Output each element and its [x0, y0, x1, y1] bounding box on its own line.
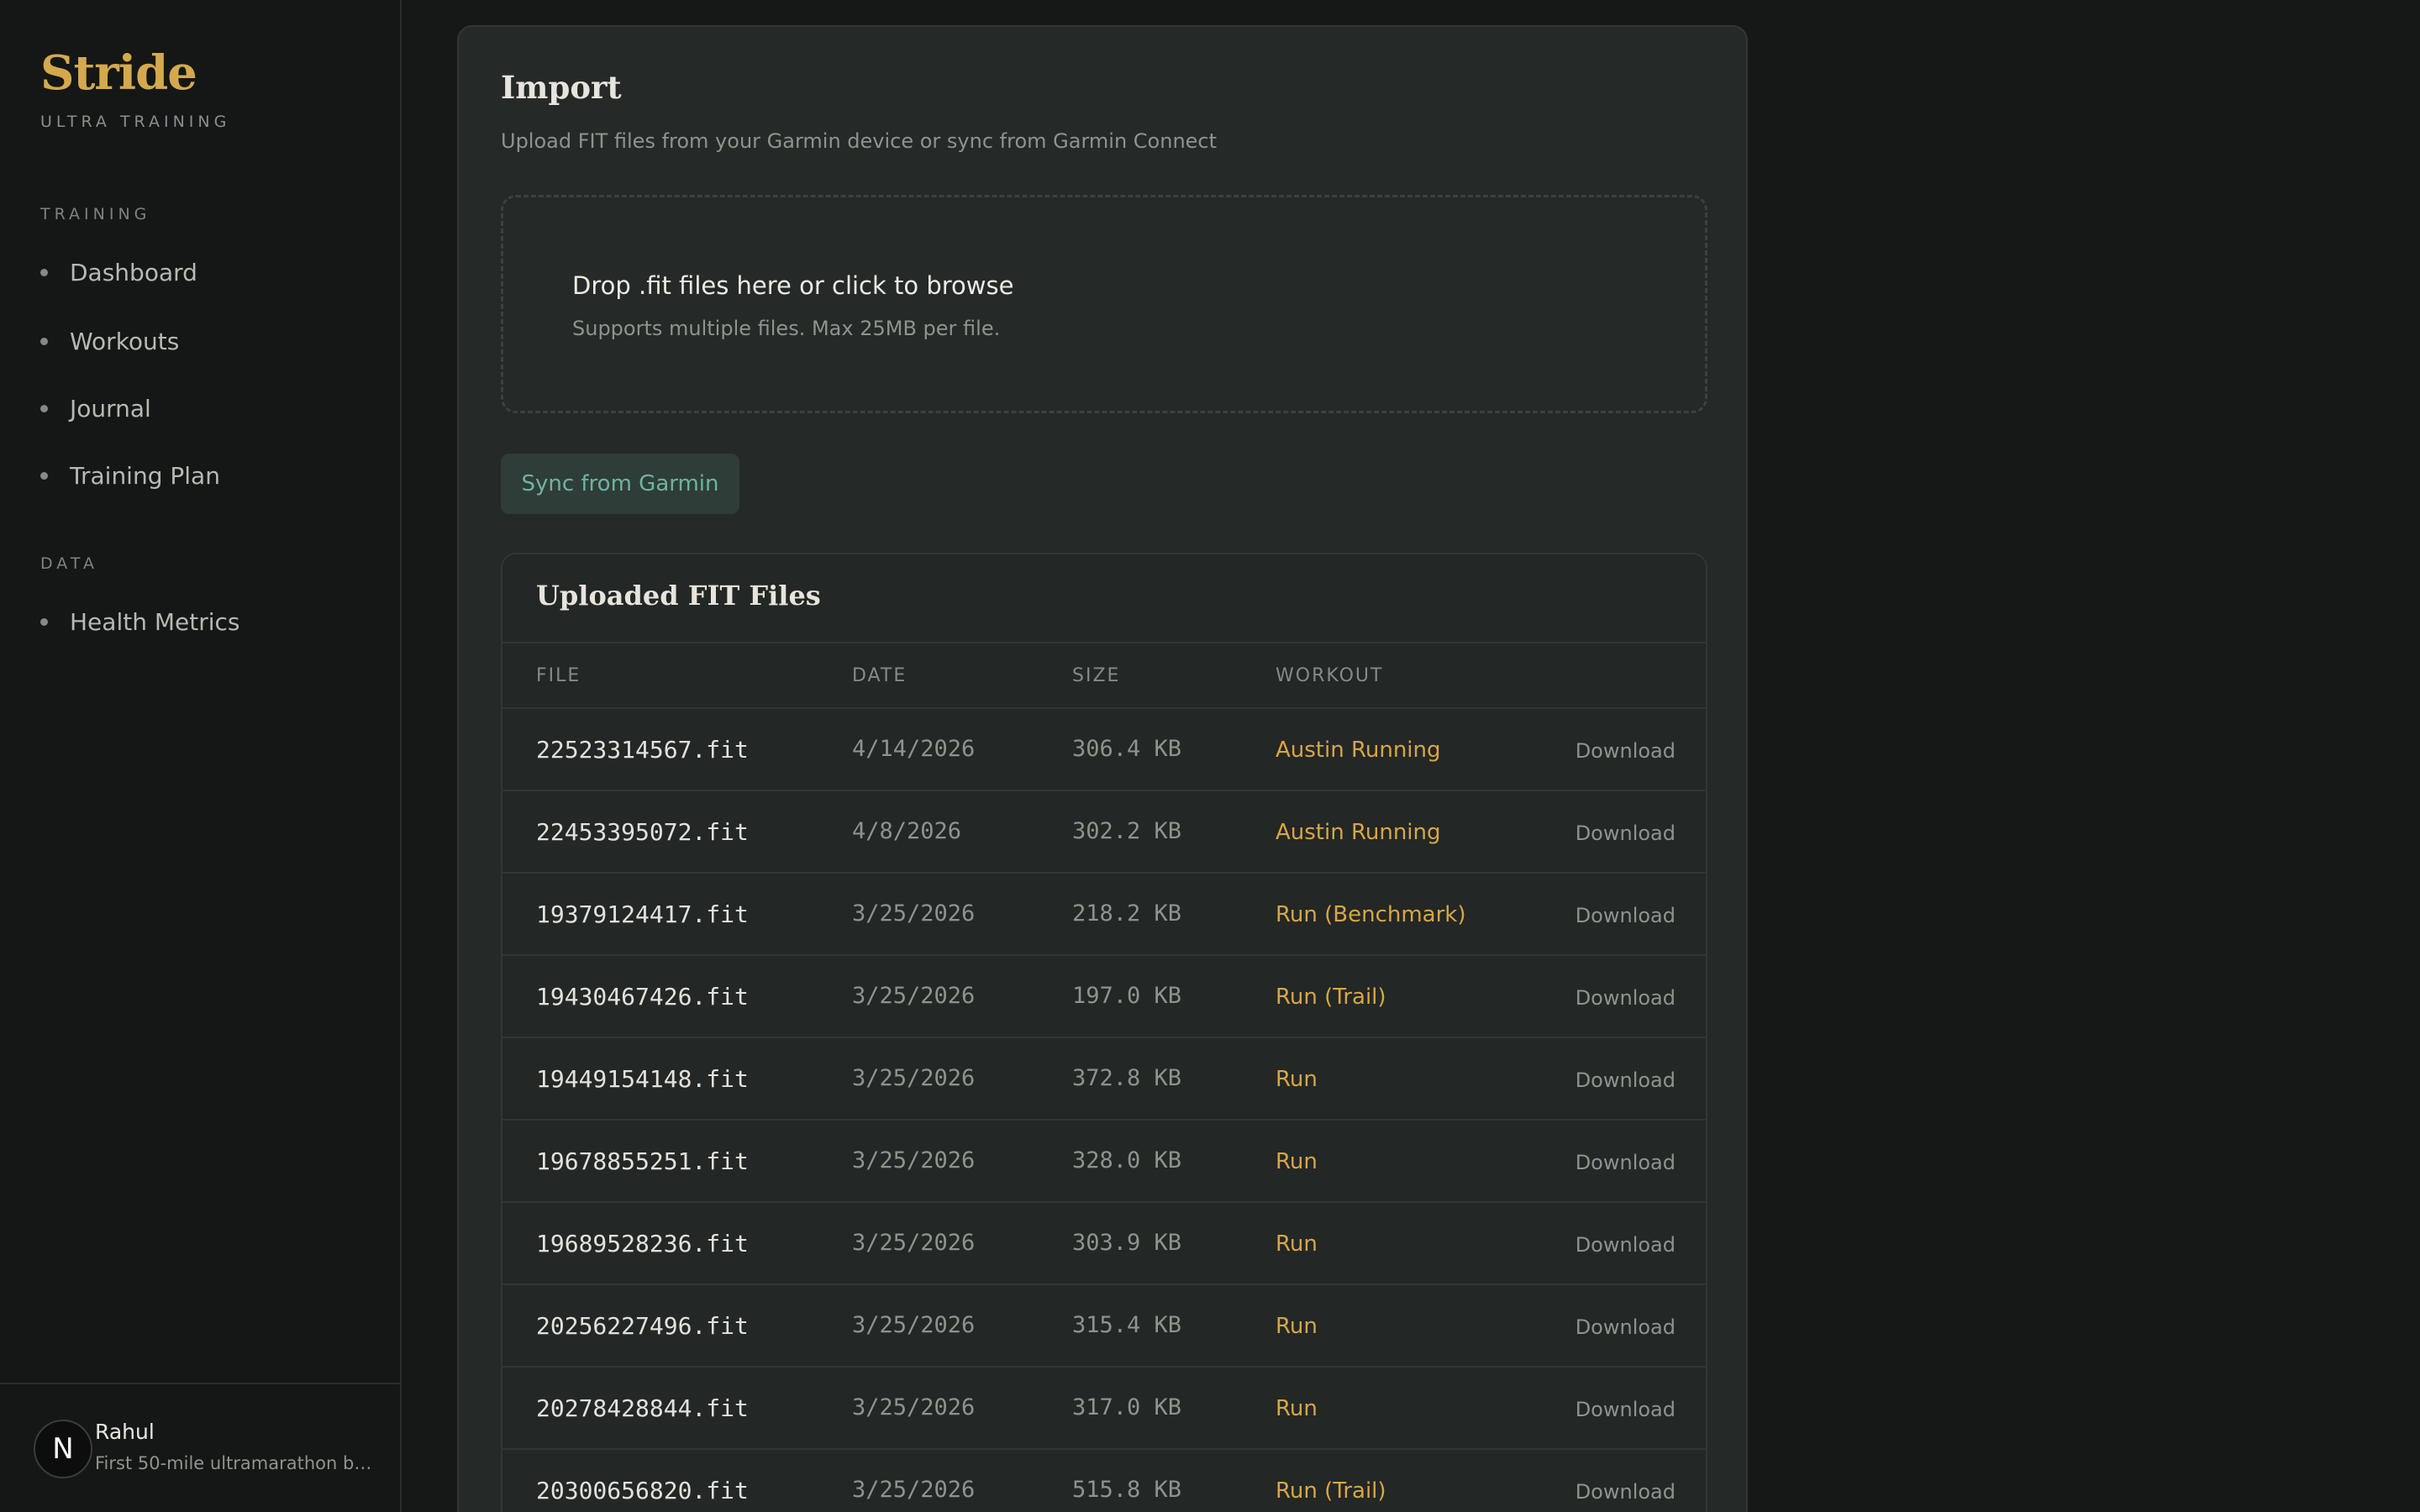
table-row: 19379124417.fit 3/25/2026 218.2 KB Run (… — [502, 874, 1706, 956]
file-name: 19449154148.fit — [536, 1065, 749, 1093]
file-name: 20278428844.fit — [536, 1394, 749, 1422]
file-date: 3/25/2026 — [852, 1065, 976, 1091]
file-date: 3/25/2026 — [852, 1477, 976, 1503]
file-size: 317.0 KB — [1072, 1394, 1182, 1420]
column-header-workout: WORKOUT — [1276, 665, 1384, 686]
sidebar-item-label: Health Metrics — [70, 607, 240, 636]
file-size: 303.9 KB — [1072, 1230, 1182, 1256]
dropzone-hint: Supports multiple files. Max 25MB per fi… — [572, 317, 1001, 340]
file-name: 19379124417.fit — [536, 900, 749, 928]
download-link[interactable]: Download — [1576, 1315, 1676, 1339]
app: Stride ULTRA TRAINING TRAINING Dashboard… — [0, 0, 2420, 1512]
sidebar-item-label: Workouts — [70, 327, 180, 355]
column-header-file: FILE — [536, 665, 581, 686]
sidebar-item-label: Training Plan — [70, 461, 220, 490]
workout-link[interactable]: Run — [1276, 1231, 1318, 1257]
uploaded-files-card: Uploaded FIT Files FILE DATE SIZE WORKOU… — [501, 553, 1707, 1512]
file-name: 22523314567.fit — [536, 736, 749, 764]
bullet-icon — [40, 337, 48, 345]
file-name: 19430467426.fit — [536, 983, 749, 1011]
nav-section-training: TRAINING — [40, 205, 151, 223]
workout-link[interactable]: Run — [1276, 1149, 1318, 1174]
import-panel: Import Upload FIT files from your Garmin… — [457, 25, 1748, 1512]
table-row: 20300656820.fit 3/25/2026 515.8 KB Run (… — [502, 1450, 1706, 1512]
file-date: 3/25/2026 — [852, 983, 976, 1009]
user-goal: First 50-mile ultramarathon by ... — [95, 1453, 372, 1473]
column-header-size: SIZE — [1072, 665, 1121, 686]
file-date: 3/25/2026 — [852, 1312, 976, 1338]
sidebar-item-label: Dashboard — [70, 258, 197, 286]
sidebar-item-workouts[interactable]: Workouts — [40, 320, 179, 362]
download-link[interactable]: Download — [1576, 1480, 1676, 1504]
file-name: 19689528236.fit — [536, 1230, 749, 1257]
file-name: 22453395072.fit — [536, 818, 749, 846]
file-size: 302.2 KB — [1072, 818, 1182, 844]
file-date: 3/25/2026 — [852, 900, 976, 927]
file-name: 20256227496.fit — [536, 1312, 749, 1340]
workout-link[interactable]: Run (Trail) — [1276, 1478, 1386, 1504]
sidebar-item-label: Journal — [70, 394, 151, 423]
table-header: FILE DATE SIZE WORKOUT — [502, 642, 1706, 709]
file-size: 515.8 KB — [1072, 1477, 1182, 1503]
workout-link[interactable]: Run (Trail) — [1276, 984, 1386, 1010]
bullet-icon — [40, 471, 48, 480]
file-name: 19678855251.fit — [536, 1147, 749, 1175]
bullet-icon — [40, 268, 48, 276]
user-name: Rahul — [95, 1420, 155, 1444]
table-row: 19678855251.fit 3/25/2026 328.0 KB Run D… — [502, 1121, 1706, 1203]
sidebar-item-journal[interactable]: Journal — [40, 387, 151, 429]
sidebar: Stride ULTRA TRAINING TRAINING Dashboard… — [0, 0, 402, 1512]
download-link[interactable]: Download — [1576, 1233, 1676, 1257]
page-title: Import — [501, 69, 622, 106]
sidebar-item-health-metrics[interactable]: Health Metrics — [40, 601, 239, 643]
download-link[interactable]: Download — [1576, 1398, 1676, 1421]
table-row: 20256227496.fit 3/25/2026 315.4 KB Run D… — [502, 1285, 1706, 1368]
file-size: 372.8 KB — [1072, 1065, 1182, 1091]
column-header-date: DATE — [852, 665, 908, 686]
file-size: 315.4 KB — [1072, 1312, 1182, 1338]
table-row: 20278428844.fit 3/25/2026 317.0 KB Run D… — [502, 1368, 1706, 1450]
file-date: 3/25/2026 — [852, 1394, 976, 1420]
bullet-icon — [40, 617, 48, 626]
file-size: 306.4 KB — [1072, 736, 1182, 762]
workout-link[interactable]: Run — [1276, 1067, 1318, 1092]
file-size: 218.2 KB — [1072, 900, 1182, 927]
table-row: 22453395072.fit 4/8/2026 302.2 KB Austin… — [502, 791, 1706, 874]
files-table-title: Uploaded FIT Files — [536, 580, 821, 612]
file-date: 3/25/2026 — [852, 1230, 976, 1256]
brand-subtitle: ULTRA TRAINING — [40, 113, 231, 131]
nav-section-data: DATA — [40, 554, 98, 573]
bullet-icon — [40, 404, 48, 412]
table-row: 19449154148.fit 3/25/2026 372.8 KB Run D… — [502, 1038, 1706, 1121]
workout-link[interactable]: Run — [1276, 1396, 1318, 1421]
workout-link[interactable]: Run (Benchmark) — [1276, 902, 1466, 927]
user-profile[interactable]: N Rahul First 50-mile ultramarathon by .… — [0, 1383, 402, 1512]
workout-link[interactable]: Run — [1276, 1314, 1318, 1339]
workout-link[interactable]: Austin Running — [1276, 820, 1441, 845]
sidebar-item-dashboard[interactable]: Dashboard — [40, 251, 197, 293]
download-link[interactable]: Download — [1576, 739, 1676, 763]
brand-logo[interactable]: Stride — [40, 45, 197, 101]
sync-garmin-button[interactable]: Sync from Garmin — [501, 454, 739, 514]
table-row: 19430467426.fit 3/25/2026 197.0 KB Run (… — [502, 956, 1706, 1038]
download-link[interactable]: Download — [1576, 986, 1676, 1010]
file-date: 3/25/2026 — [852, 1147, 976, 1173]
table-row: 22523314567.fit 4/14/2026 306.4 KB Austi… — [502, 709, 1706, 791]
file-dropzone[interactable]: Drop .fit files here or click to browse … — [501, 195, 1707, 413]
download-link[interactable]: Download — [1576, 1151, 1676, 1174]
file-date: 4/14/2026 — [852, 736, 976, 762]
download-link[interactable]: Download — [1576, 822, 1676, 845]
dropzone-title: Drop .fit files here or click to browse — [572, 271, 1014, 300]
download-link[interactable]: Download — [1576, 1068, 1676, 1092]
sidebar-item-training-plan[interactable]: Training Plan — [40, 454, 220, 496]
file-name: 20300656820.fit — [536, 1477, 749, 1504]
page-subtitle: Upload FIT files from your Garmin device… — [501, 129, 1218, 153]
table-row: 19689528236.fit 3/25/2026 303.9 KB Run D… — [502, 1203, 1706, 1285]
file-size: 197.0 KB — [1072, 983, 1182, 1009]
avatar[interactable]: N — [34, 1420, 92, 1478]
file-date: 4/8/2026 — [852, 818, 962, 844]
download-link[interactable]: Download — [1576, 904, 1676, 927]
file-size: 328.0 KB — [1072, 1147, 1182, 1173]
workout-link[interactable]: Austin Running — [1276, 738, 1441, 763]
